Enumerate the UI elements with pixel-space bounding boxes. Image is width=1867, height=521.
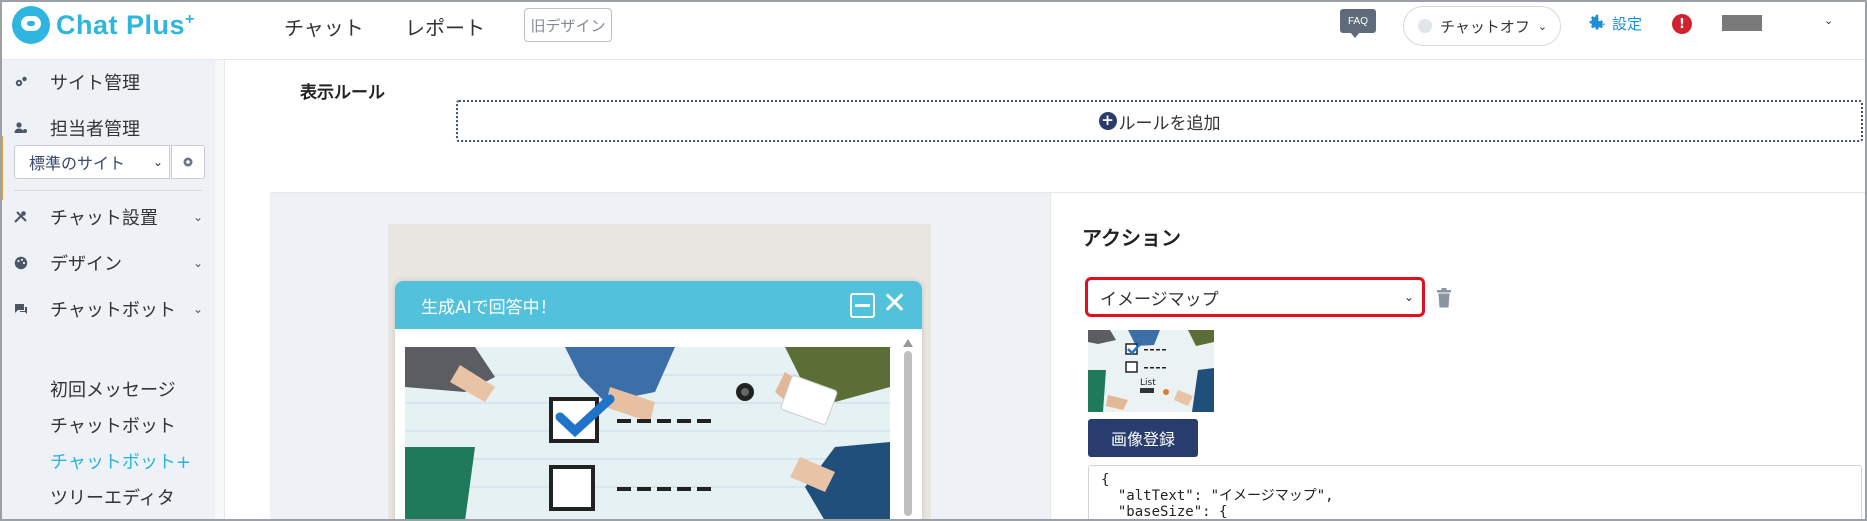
- site-settings-button[interactable]: [171, 145, 205, 179]
- sidebar-item-label: チャットボット: [50, 300, 176, 321]
- widget-title: 生成AIで回答中！: [421, 297, 557, 318]
- sidebar-divider: [14, 190, 202, 191]
- thumbnail-illustration: List: [1088, 330, 1214, 412]
- nav-chat[interactable]: チャット: [284, 12, 364, 41]
- checklist-illustration: [405, 347, 890, 521]
- widget-header: 生成AIで回答中！ ✕: [395, 281, 922, 329]
- json-line: "altText": "イメージマップ",: [1101, 488, 1334, 504]
- gear-icon: [1589, 14, 1605, 30]
- add-rule-label: ルールを追加: [1118, 113, 1221, 134]
- sidebar-subitem-tree-editor[interactable]: ツリーエディタ: [50, 484, 175, 510]
- top-header: Chat Plus+ チャット レポート 旧デザイン FAQ チャットオフ ⌄ …: [0, 0, 1867, 60]
- sidebar-item-staff-management[interactable]: 担当者管理: [0, 110, 215, 146]
- action-title: アクション: [1082, 226, 1181, 250]
- scroll-up-icon[interactable]: [903, 339, 913, 347]
- user-chevron-down-icon[interactable]: ⌄: [1824, 14, 1833, 27]
- column-divider: [1050, 193, 1051, 521]
- chat-logo-icon: [12, 6, 50, 44]
- chevron-down-icon: ⌄: [193, 210, 204, 224]
- sidebar-scrollbar[interactable]: [215, 60, 225, 521]
- gears-icon: [15, 76, 27, 87]
- imagemap-thumbnail[interactable]: List: [1088, 330, 1214, 412]
- plus-circle-icon: +: [1098, 112, 1117, 130]
- nav-report[interactable]: レポート: [405, 12, 485, 41]
- sidebar-subitem-chatbot[interactable]: チャットボット: [50, 412, 176, 438]
- status-dot-icon: [1418, 19, 1432, 33]
- palette-icon: [14, 256, 28, 270]
- sidebar-item-site-management[interactable]: サイト管理: [0, 64, 215, 100]
- sidebar-item-label: サイト管理: [50, 73, 140, 94]
- chevron-down-icon: ⌄: [1537, 19, 1548, 33]
- widget-scrollbar[interactable]: [903, 339, 913, 521]
- chevron-down-icon: ⌄: [1403, 290, 1414, 304]
- chevron-down-icon: ⌄: [193, 256, 204, 270]
- json-line: {: [1101, 472, 1110, 488]
- register-image-button[interactable]: 画像登録: [1088, 419, 1198, 457]
- logo-text: Chat Plus+: [56, 9, 195, 40]
- chat-bubble-icon: [15, 304, 27, 314]
- user-gear-icon: [14, 122, 27, 133]
- app-logo[interactable]: Chat Plus+: [12, 6, 195, 44]
- gear-icon: [183, 157, 193, 167]
- tools-icon: [14, 211, 27, 223]
- site-select-value: 標準のサイト: [29, 154, 126, 173]
- chevron-down-icon: ⌄: [152, 155, 163, 169]
- trash-icon[interactable]: [1436, 288, 1452, 308]
- close-icon[interactable]: ✕: [882, 287, 907, 321]
- sidebar-subitem-first-message[interactable]: 初回メッセージ: [50, 376, 176, 402]
- alert-icon[interactable]: !: [1672, 14, 1692, 34]
- imagemap-json-editor[interactable]: { "altText": "イメージマップ", "baseSize": {: [1088, 465, 1862, 521]
- site-accent-bar: [0, 136, 3, 200]
- sidebar-subitem-chatbot-plus[interactable]: チャットボット+: [50, 448, 191, 474]
- sidebar-item-label: デザイン: [50, 254, 122, 275]
- sidebar: サイト管理 担当者管理 標準のサイト ⌄ チャット設置 ⌄ デザイン ⌄ チャッ…: [0, 60, 215, 521]
- user-menu[interactable]: [1722, 15, 1762, 31]
- thumbnail-list-text: List: [1140, 378, 1156, 388]
- sidebar-item-chatbot[interactable]: チャットボット ⌄: [0, 291, 215, 327]
- chat-status-toggle[interactable]: チャットオフ ⌄: [1403, 6, 1561, 46]
- sidebar-item-label: 担当者管理: [50, 119, 140, 140]
- sidebar-item-label: チャット設置: [50, 208, 158, 229]
- action-type-select[interactable]: イメージマップ ⌄: [1085, 277, 1425, 317]
- settings-link[interactable]: 設定: [1586, 12, 1642, 34]
- site-select[interactable]: 標準のサイト ⌄: [14, 145, 170, 179]
- action-top-divider: [1082, 192, 1867, 193]
- chevron-down-icon: ⌄: [193, 302, 204, 316]
- minimize-icon[interactable]: [850, 293, 875, 318]
- display-rules-title: 表示ルール: [300, 83, 385, 103]
- imagemap-preview-image[interactable]: [405, 347, 890, 521]
- faq-icon[interactable]: FAQ: [1340, 9, 1378, 39]
- old-design-button[interactable]: 旧デザイン: [524, 8, 612, 42]
- sidebar-item-design[interactable]: デザイン ⌄: [0, 245, 215, 281]
- sidebar-item-chat-setup[interactable]: チャット設置 ⌄: [0, 199, 215, 235]
- chat-status-label: チャットオフ: [1440, 17, 1530, 36]
- add-rule-button[interactable]: + ルールを追加: [456, 100, 1863, 142]
- action-type-value: イメージマップ: [1100, 289, 1219, 310]
- json-line: "baseSize": {: [1101, 504, 1228, 520]
- faq-label: FAQ: [1340, 9, 1376, 33]
- chat-widget-preview: 生成AIで回答中！ ✕: [395, 281, 922, 521]
- settings-label: 設定: [1612, 14, 1643, 33]
